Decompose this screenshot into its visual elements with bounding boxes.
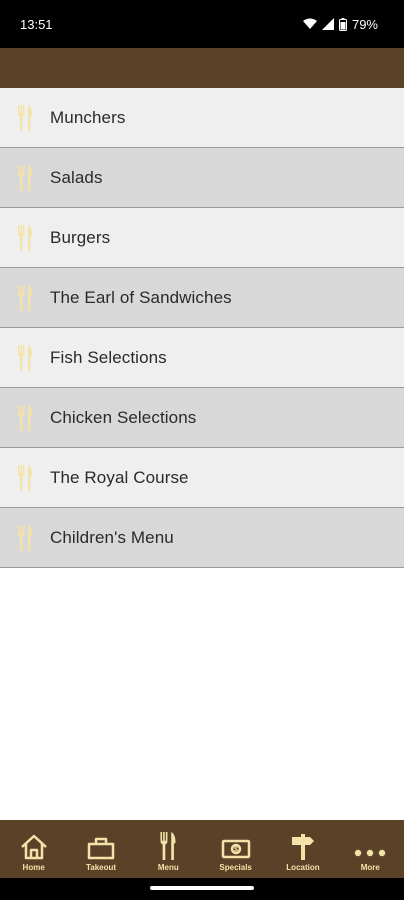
menu-item-label: Munchers	[50, 107, 126, 127]
system-nav-bar	[0, 878, 404, 900]
menu-item-fish[interactable]: Fish Selections	[0, 328, 404, 388]
tab-label: Home	[22, 863, 45, 872]
menu-item-sandwiches[interactable]: The Earl of Sandwiches	[0, 268, 404, 328]
wifi-icon	[302, 18, 317, 29]
status-bar: 13:51 79%	[0, 0, 404, 48]
tab-label: More	[360, 863, 380, 872]
tab-label: Location	[286, 863, 320, 872]
menu-category-list: Munchers Salads Burgers The Earl of Sand…	[0, 88, 404, 568]
header-bar	[0, 48, 404, 88]
menu-item-royal-course[interactable]: The Royal Course	[0, 448, 404, 508]
status-time: 13:51	[20, 16, 53, 32]
tab-location[interactable]: Location	[269, 820, 336, 878]
battery-icon	[338, 17, 347, 31]
fork-knife-icon	[0, 448, 50, 508]
menu-item-label: The Royal Course	[50, 467, 189, 487]
tab-label: Takeout	[85, 863, 117, 872]
fork-knife-icon	[0, 88, 50, 148]
svg-text:$: $	[234, 847, 238, 854]
fork-knife-icon	[158, 830, 178, 860]
bag-icon	[87, 830, 115, 860]
menu-item-childrens-menu[interactable]: Children's Menu	[0, 508, 404, 568]
fork-knife-icon	[0, 148, 50, 208]
home-icon	[20, 830, 48, 860]
menu-item-salads[interactable]: Salads	[0, 148, 404, 208]
menu-item-label: Burgers	[50, 227, 111, 247]
menu-item-label: Children's Menu	[50, 527, 174, 547]
signpost-icon	[289, 830, 317, 860]
home-indicator[interactable]	[150, 886, 254, 890]
tab-label: Menu	[157, 863, 179, 872]
battery-percent: 79%	[351, 16, 378, 32]
tab-specials[interactable]: $ Specials	[202, 820, 269, 878]
fork-knife-icon	[0, 508, 50, 568]
menu-item-burgers[interactable]: Burgers	[0, 208, 404, 268]
more-dots-icon	[354, 830, 386, 860]
menu-item-label: Fish Selections	[50, 347, 167, 367]
signal-icon	[321, 18, 334, 30]
dollar-bill-icon: $	[221, 830, 251, 860]
fork-knife-icon	[0, 208, 50, 268]
fork-knife-icon	[0, 328, 50, 388]
tab-takeout[interactable]: Takeout	[67, 820, 134, 878]
fork-knife-icon	[0, 388, 50, 448]
menu-item-label: Salads	[50, 167, 103, 187]
menu-item-chicken[interactable]: Chicken Selections	[0, 388, 404, 448]
tab-menu[interactable]: Menu	[135, 820, 202, 878]
bottom-tab-bar: Home Takeout Menu $ Specials Location Mo…	[0, 820, 404, 878]
fork-knife-icon	[0, 268, 50, 328]
menu-item-munchers[interactable]: Munchers	[0, 88, 404, 148]
menu-item-label: The Earl of Sandwiches	[50, 287, 232, 307]
status-icons: 79%	[302, 16, 378, 32]
tab-more[interactable]: More	[337, 820, 404, 878]
tab-home[interactable]: Home	[0, 820, 67, 878]
menu-item-label: Chicken Selections	[50, 407, 197, 427]
tab-label: Specials	[219, 863, 252, 872]
